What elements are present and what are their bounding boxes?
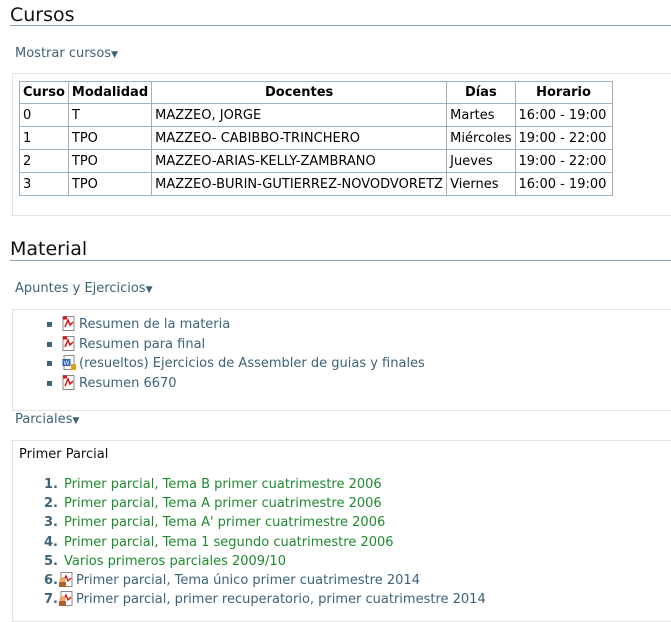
cell-docentes: MAZZEO-BURIN-GUTIERREZ-NOVODVORETZ [151,172,448,196]
item-number: 7. [44,592,58,608]
file-link: (resueltos) Ejercicios de Assembler de g… [79,356,425,371]
col-header-curso: Curso [19,81,69,104]
cell-horario: 16:00 - 19:00 [514,172,613,196]
cursos-heading-rule [10,25,671,26]
file-link: Resumen 6670 [79,375,177,391]
list-item[interactable]: Resumen 6670 [46,374,425,394]
apuntes-toggle[interactable]: Apuntes y Ejercicios▼ [15,281,153,296]
table-row: 3 TPO MAZZEO-BURIN-GUTIERREZ-NOVODVORETZ… [19,172,613,196]
cell-curso: 3 [19,172,69,196]
primer-parcial-heading: Primer Parcial [19,447,109,462]
parciales-toggle-label: Parciales [15,412,73,427]
col-header-dias: Días [446,81,516,104]
item-number: 4. [44,534,58,550]
table-row: 2 TPO MAZZEO-ARIAS-KELLY-ZAMBRANO Jueves… [19,149,613,173]
material-heading: Material [10,238,88,260]
list-item[interactable]: W (resueltos) Ejercicios de Assembler de … [46,354,425,374]
item-number: 1. [44,477,58,492]
material-heading-rule [10,260,671,261]
item-number: 5. [44,553,58,569]
cursos-table: Curso Modalidad Docentes Días Horario 0 … [19,81,613,196]
list-item[interactable]: 1. Primer parcial, Tema B primer cuatrime… [20,475,486,494]
apuntes-toggle-label: Apuntes y Ejercicios [15,281,146,296]
list-item[interactable]: Resumen de la materia [46,315,425,335]
pdf-icon [62,316,75,331]
cell-modalidad: TPO [67,172,153,196]
pdf-icon [62,335,75,351]
col-header-horario: Horario [514,81,613,104]
parcial-link[interactable]: Primer parcial, Tema B primer cuatrimest… [64,477,382,492]
word-doc-icon: W [62,355,76,370]
cell-horario: 16:00 - 19:00 [514,103,613,127]
list-item[interactable]: 4. Primer parcial, Tema 1 segundo cuatrim… [20,533,486,552]
cell-curso: 0 [19,103,69,127]
table-row: 1 TPO MAZZEO- CABIBBO-TRINCHERO Miércole… [19,126,613,150]
cell-dias: Viernes [446,172,516,196]
cell-modalidad: TPO [67,149,153,173]
cell-modalidad: TPO [67,126,153,150]
dropdown-arrow-icon: ▼ [111,50,118,60]
parciales-list: 1. Primer parcial, Tema B primer cuatrime… [20,475,486,609]
parcial-link[interactable]: Varios primeros parciales 2009/10 [64,554,286,569]
list-item[interactable]: Resumen para final [46,335,425,355]
apuntes-file-list: Resumen de la materia Resumen para final… [46,315,425,394]
dropdown-arrow-icon: ▼ [145,285,153,295]
list-item[interactable]: 5. Varios primeros parciales 2009/10 [20,552,486,571]
parciales-toggle[interactable]: Parciales▼ [15,412,79,427]
pdf-user-icon [59,571,73,587]
parcial-link[interactable]: Primer parcial, Tema único primer cuatri… [76,573,420,588]
cell-modalidad: T [67,103,153,127]
cell-docentes: MAZZEO- CABIBBO-TRINCHERO [151,126,448,150]
parcial-link[interactable]: Primer parcial, primer recuperatorio, pr… [76,592,486,607]
item-number: 6. [44,572,58,588]
item-number: 3. [44,515,58,531]
cell-curso: 2 [19,149,69,173]
list-item[interactable]: 2. Primer parcial, Tema A primer cuatrime… [20,494,486,513]
cell-horario: 19:00 - 22:00 [514,149,613,173]
mostrar-cursos-toggle[interactable]: Mostrar cursos▼ [15,46,118,61]
col-header-modalidad: Modalidad [67,81,153,104]
table-row: 0 T MAZZEO, JORGE Martes 16:00 - 19:00 [19,103,613,127]
list-item[interactable]: 3. Primer parcial, Tema A' primer cuatrim… [20,513,486,532]
cell-dias: Miércoles [446,126,516,150]
cell-curso: 1 [19,126,69,150]
parcial-link[interactable]: Primer parcial, Tema A primer cuatrimest… [64,496,382,511]
cell-dias: Martes [446,103,516,127]
table-header-row: Curso Modalidad Docentes Días Horario [19,81,613,104]
dropdown-arrow-icon: ▼ [72,416,80,426]
cell-docentes: MAZZEO-ARIAS-KELLY-ZAMBRANO [151,149,448,173]
cell-horario: 19:00 - 22:00 [514,126,613,150]
parcial-link[interactable]: Primer parcial, Tema A' primer cuatrimes… [64,515,385,530]
cursos-heading: Cursos [10,4,75,26]
file-link: Resumen de la materia [79,317,231,332]
item-number: 2. [44,496,58,512]
list-item[interactable]: 7. Primer parcial, primer recuperatorio, … [20,590,486,609]
col-header-docentes: Docentes [151,81,448,104]
mostrar-cursos-label: Mostrar cursos [15,46,112,61]
parcial-link[interactable]: Primer parcial, Tema 1 segundo cuatrimes… [64,535,394,550]
cell-dias: Jueves [446,149,516,173]
file-link: Resumen para final [79,336,206,352]
svg-text:W: W [64,360,70,367]
pdf-user-icon [59,591,73,607]
cell-docentes: MAZZEO, JORGE [151,103,448,127]
pdf-icon [62,374,75,390]
list-item[interactable]: 6. Primer parcial, Tema único primer cuat… [20,571,486,590]
